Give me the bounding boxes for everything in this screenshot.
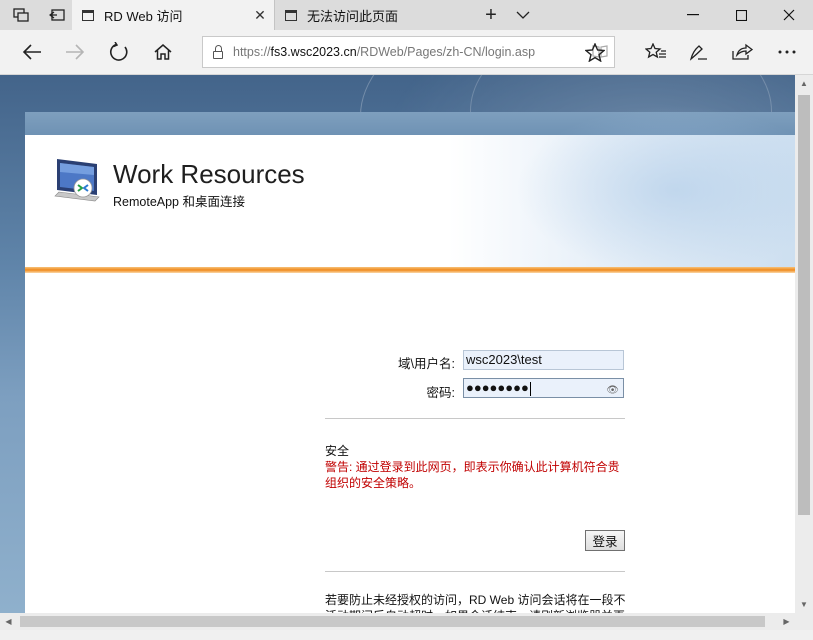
more-icon[interactable] (765, 30, 809, 74)
password-label: 密码: (426, 386, 455, 400)
url-host: fs3.wsc2023.cn (270, 45, 357, 59)
scroll-down-icon[interactable]: ▼ (795, 596, 813, 613)
remote-desktop-icon (53, 155, 101, 205)
header-banner: Work Resources RemoteApp 和桌面连接 (25, 105, 795, 275)
username-field[interactable]: wsc2023\test (463, 350, 624, 370)
maximize-button[interactable] (717, 0, 765, 30)
page-viewport: Work Resources RemoteApp 和桌面连接 域\用户名: ws… (0, 75, 795, 613)
divider (325, 418, 625, 419)
favorite-star-icon[interactable] (573, 30, 617, 74)
password-mask: ●●●●●●●● (466, 380, 529, 395)
text-caret (529, 381, 531, 396)
header-divider (25, 267, 795, 273)
scrollbar-corner (795, 613, 813, 630)
password-field[interactable]: ●●●●●●●● 👁 (463, 378, 624, 398)
tab-list-chevron-icon[interactable] (506, 0, 540, 30)
home-icon[interactable] (141, 30, 185, 74)
scroll-left-icon[interactable]: ◀ (0, 613, 17, 630)
tab-bar: RD Web 访问 ✕ 无法访问此页面 + (0, 0, 813, 30)
scroll-right-icon[interactable]: ▶ (778, 613, 795, 630)
login-button[interactable]: 登录 (585, 530, 625, 551)
page-title: Work Resources (113, 159, 305, 189)
username-label: 域\用户名: (398, 357, 455, 371)
horizontal-scrollbar[interactable]: ◀ ▶ (0, 613, 795, 630)
window-bottom-edge (0, 630, 813, 640)
security-warning: 警告: 通过登录到此网页，即表示你确认此计算机符合贵组织的安全策略。 (325, 460, 620, 490)
forward-icon[interactable] (53, 30, 97, 74)
reveal-password-icon[interactable]: 👁 (606, 382, 619, 400)
url-path: /RDWeb/Pages/zh-CN/login.asp (356, 45, 536, 59)
pen-icon[interactable] (677, 30, 721, 74)
page-subtitle: RemoteApp 和桌面连接 (113, 195, 245, 209)
horizontal-scroll-thumb[interactable] (20, 616, 765, 627)
share-icon[interactable] (720, 30, 764, 74)
session-timeout-note: 若要防止未经授权的访问，RD Web 访问会话将在一段不活动期间后自动超时。如果… (325, 593, 626, 613)
scroll-up-icon[interactable]: ▲ (795, 75, 813, 92)
security-heading: 安全 (325, 444, 350, 458)
lock-icon[interactable] (203, 45, 233, 59)
url-text[interactable]: https://fs3.wsc2023.cn/RDWeb/Pages/zh-CN… (233, 45, 586, 59)
navigation-bar: https://fs3.wsc2023.cn/RDWeb/Pages/zh-CN… (0, 30, 813, 75)
page-icon (82, 9, 94, 21)
refresh-icon[interactable] (97, 30, 141, 74)
address-bar[interactable]: https://fs3.wsc2023.cn/RDWeb/Pages/zh-CN… (202, 36, 615, 68)
url-scheme: https:// (233, 45, 271, 59)
tab-manager-icon[interactable] (4, 0, 38, 30)
set-tabs-aside-icon[interactable] (40, 0, 74, 30)
close-tab-icon[interactable]: ✕ (246, 7, 274, 24)
favorites-hub-icon[interactable] (634, 30, 678, 74)
login-card: Work Resources RemoteApp 和桌面连接 域\用户名: ws… (25, 105, 795, 613)
close-window-button[interactable] (765, 0, 813, 30)
divider (325, 571, 625, 572)
vertical-scrollbar[interactable]: ▲ ▼ (795, 75, 813, 613)
tab-title: 无法访问此页面 (307, 8, 399, 24)
vertical-scroll-thumb[interactable] (798, 95, 810, 515)
tab-rd-web[interactable]: RD Web 访问 ✕ (72, 0, 274, 30)
tab-title: RD Web 访问 (104, 8, 183, 24)
new-tab-button[interactable]: + (474, 0, 508, 30)
minimize-button[interactable] (669, 0, 717, 30)
page-icon (285, 9, 297, 21)
tab-cannot-reach[interactable]: 无法访问此页面 (274, 0, 474, 30)
back-icon[interactable] (10, 30, 54, 74)
